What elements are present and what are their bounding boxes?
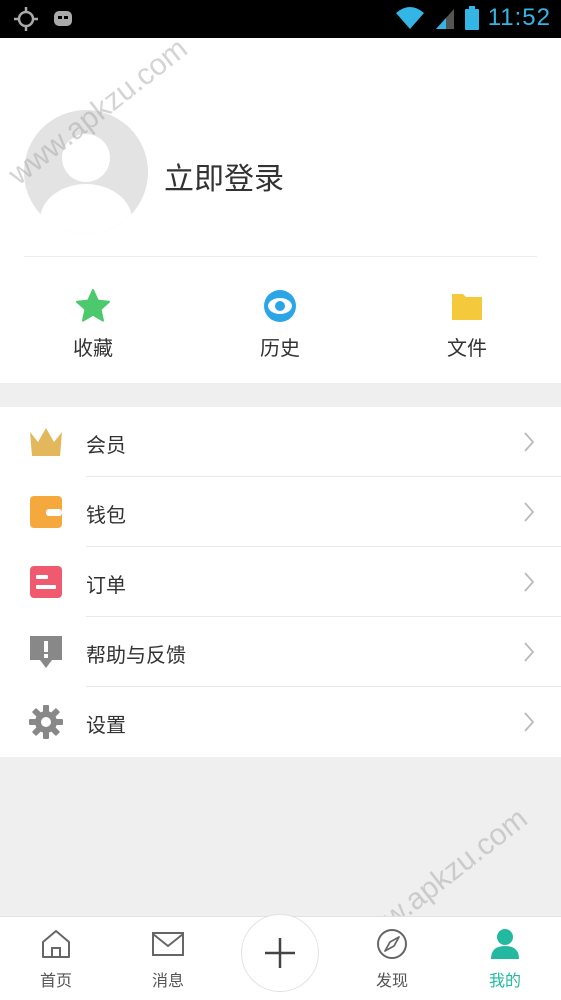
nav-tab-me[interactable]: 我的 — [465, 927, 545, 991]
chevron-right-icon — [524, 572, 535, 592]
shortcut-label: 收藏 — [73, 336, 113, 360]
chevron-right-icon — [524, 502, 535, 522]
user-icon — [491, 929, 519, 959]
shortcut-label: 文件 — [447, 336, 487, 360]
nav-label: 首页 — [39, 971, 72, 990]
divider — [24, 256, 537, 257]
shortcut-favorites[interactable]: 收藏 — [33, 288, 153, 361]
menu-item-orders[interactable]: 订单 — [0, 547, 561, 617]
profile-header: 立即登录 收藏 历史 文件 — [0, 38, 561, 383]
clock: 11:52 — [487, 4, 551, 31]
menu-item-label: 帮助与反馈 — [86, 643, 186, 667]
gps-icon — [14, 7, 38, 31]
menu-item-wallet[interactable]: 钱包 — [0, 477, 561, 547]
menu-item-membership[interactable]: 会员 — [0, 407, 561, 477]
login-button[interactable]: 立即登录 — [164, 154, 284, 198]
order-icon — [30, 566, 62, 598]
nav-label: 我的 — [488, 971, 521, 990]
crown-icon — [30, 428, 62, 456]
plus-icon — [265, 938, 295, 968]
nav-tab-home[interactable]: 首页 — [16, 927, 96, 991]
notification-icon — [54, 11, 72, 26]
chevron-right-icon — [524, 432, 535, 452]
gear-icon — [29, 705, 63, 739]
shortcut-label: 历史 — [260, 336, 300, 360]
nav-tab-messages[interactable]: 消息 — [128, 927, 208, 991]
menu-item-label: 会员 — [86, 433, 126, 457]
menu-item-label: 设置 — [86, 713, 126, 737]
menu-list: 会员 钱包 订单 帮助与反馈 设置 — [0, 407, 561, 757]
wifi-icon — [395, 7, 424, 29]
wallet-icon — [30, 496, 62, 528]
nav-label: 消息 — [151, 971, 184, 990]
menu-item-label: 订单 — [86, 573, 126, 597]
compass-icon — [377, 929, 407, 959]
chevron-right-icon — [524, 712, 535, 732]
feedback-icon — [30, 636, 62, 668]
shortcut-history[interactable]: 历史 — [220, 288, 340, 361]
menu-item-settings[interactable]: 设置 — [0, 687, 561, 757]
folder-icon — [452, 294, 482, 320]
menu-item-feedback[interactable]: 帮助与反馈 — [0, 617, 561, 687]
mail-icon — [152, 932, 184, 956]
status-bar: 11:52 — [0, 0, 561, 38]
home-icon — [42, 930, 70, 958]
nav-label: 发现 — [375, 971, 408, 990]
star-icon — [76, 289, 110, 322]
add-button[interactable] — [241, 914, 319, 992]
chevron-right-icon — [524, 642, 535, 662]
menu-item-label: 钱包 — [86, 503, 126, 527]
signal-icon — [435, 9, 454, 29]
default-avatar-icon[interactable] — [24, 110, 148, 234]
eye-icon — [264, 290, 296, 322]
nav-tab-discover[interactable]: 发现 — [352, 927, 432, 991]
shortcut-files[interactable]: 文件 — [407, 288, 527, 361]
battery-icon — [464, 6, 479, 30]
